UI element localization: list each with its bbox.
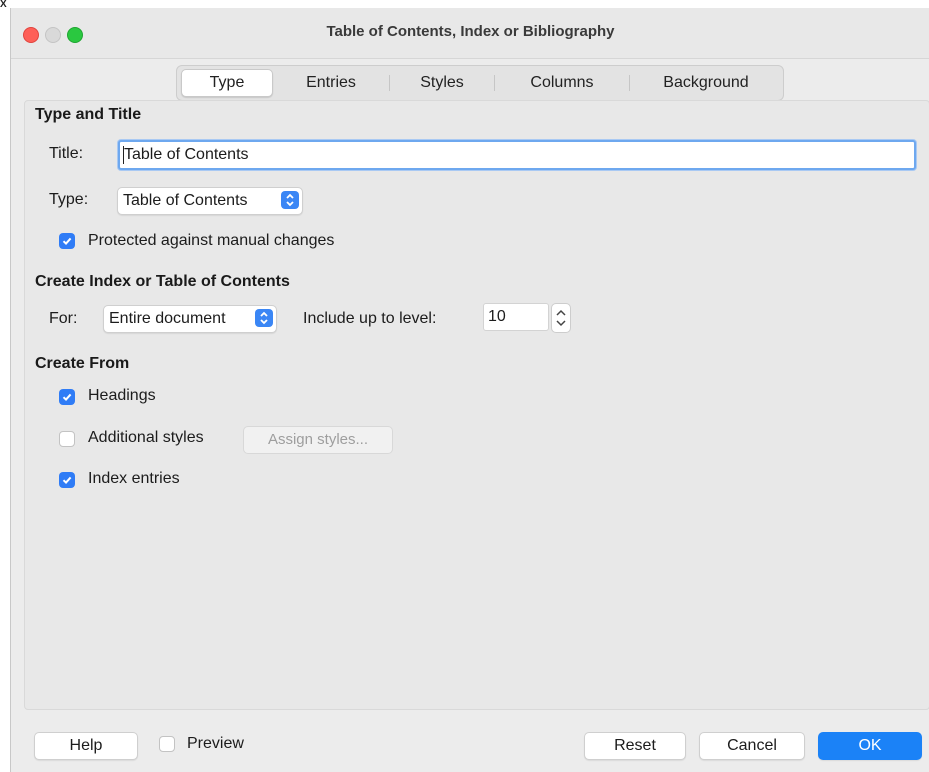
tab-type[interactable]: Type (181, 69, 273, 97)
checkmark-icon (62, 476, 72, 485)
level-label: Include up to level: (303, 310, 437, 327)
section-heading-type-and-title: Type and Title (35, 106, 142, 123)
title-input[interactable]: Table of Contents (118, 140, 916, 170)
preview-label: Preview (187, 735, 244, 752)
checkmark-icon (62, 237, 72, 246)
type-select-value: Table of Contents (123, 192, 248, 209)
popup-arrows-icon (255, 309, 273, 327)
tab-bar: Type Entries Styles Columns Background (176, 65, 784, 101)
section-heading-create-index: Create Index or Table of Contents (35, 273, 290, 290)
ok-button[interactable]: OK (818, 732, 922, 760)
section-heading-create-from: Create From (35, 355, 130, 372)
preview-checkbox[interactable] (159, 736, 175, 752)
headings-label: Headings (88, 387, 156, 404)
index-entries-checkbox[interactable] (59, 472, 75, 488)
background-text-fragment: X (0, 0, 7, 10)
index-entries-label: Index entries (88, 470, 180, 487)
title-label: Title: (49, 145, 84, 162)
for-select-value: Entire document (109, 310, 226, 327)
tab-entries[interactable]: Entries (273, 70, 389, 96)
protected-checkbox[interactable] (59, 233, 75, 249)
headings-checkbox[interactable] (59, 389, 75, 405)
cancel-button[interactable]: Cancel (699, 732, 805, 760)
type-label: Type: (49, 191, 89, 208)
level-input[interactable]: 10 (483, 303, 549, 331)
level-stepper[interactable]: 10 (483, 303, 575, 333)
protected-label: Protected against manual changes (88, 232, 335, 249)
stepper-arrows-icon (556, 309, 566, 327)
tab-styles[interactable]: Styles (390, 70, 494, 96)
assign-styles-button[interactable]: Assign styles... (243, 426, 393, 454)
level-value: 10 (488, 308, 506, 325)
tab-columns[interactable]: Columns (495, 70, 629, 96)
type-select[interactable]: Table of Contents (117, 187, 303, 215)
title-bar: Table of Contents, Index or Bibliography (11, 8, 929, 59)
for-label: For: (49, 310, 78, 327)
window-title: Table of Contents, Index or Bibliography (326, 23, 615, 40)
additional-styles-checkbox[interactable] (59, 431, 75, 447)
additional-styles-label: Additional styles (88, 429, 204, 446)
for-select[interactable]: Entire document (103, 305, 277, 333)
reset-button[interactable]: Reset (584, 732, 686, 760)
tab-background[interactable]: Background (630, 70, 782, 96)
popup-arrows-icon (281, 191, 299, 209)
title-input-value: Table of Contents (124, 146, 249, 163)
level-stepper-arrows[interactable] (551, 303, 571, 333)
checkmark-icon (62, 393, 72, 402)
help-button[interactable]: Help (34, 732, 138, 760)
dialog-window: Table of Contents, Index or Bibliography… (10, 8, 929, 772)
